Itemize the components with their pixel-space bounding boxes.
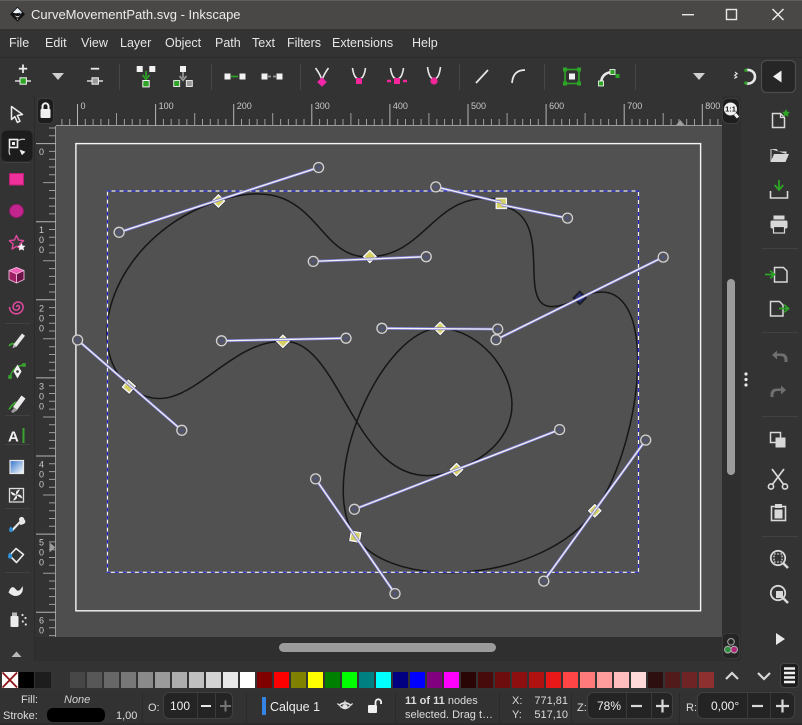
svg-text:0: 0 [39, 391, 44, 401]
svg-text:300: 300 [315, 101, 330, 111]
svg-text:3: 3 [39, 381, 44, 391]
svg-text:0: 0 [81, 101, 86, 111]
svg-text:2: 2 [39, 303, 44, 313]
svg-text:600: 600 [549, 101, 564, 111]
svg-text:0: 0 [39, 245, 44, 255]
svg-text:200: 200 [237, 101, 252, 111]
svg-text:100: 100 [159, 101, 174, 111]
svg-text:0: 0 [39, 480, 44, 490]
svg-text:0: 0 [39, 558, 44, 568]
svg-text:1: 1 [39, 225, 44, 235]
svg-text:0: 0 [39, 147, 44, 157]
svg-text:500: 500 [471, 101, 486, 111]
svg-text:0: 0 [39, 548, 44, 558]
svg-text:800: 800 [705, 101, 720, 111]
svg-text:700: 700 [627, 101, 642, 111]
svg-text:0: 0 [39, 470, 44, 480]
svg-text:A: A [8, 429, 19, 446]
svg-text:400: 400 [393, 101, 408, 111]
svg-text:0: 0 [39, 626, 44, 636]
svg-text:0: 0 [39, 323, 44, 333]
svg-text:0: 0 [39, 401, 44, 411]
svg-text:6: 6 [39, 616, 44, 626]
svg-text:1:1: 1:1 [725, 105, 736, 114]
svg-text:4: 4 [39, 460, 44, 470]
svg-text:5: 5 [39, 538, 44, 548]
svg-text:0: 0 [39, 235, 44, 245]
svg-text:0: 0 [39, 313, 44, 323]
